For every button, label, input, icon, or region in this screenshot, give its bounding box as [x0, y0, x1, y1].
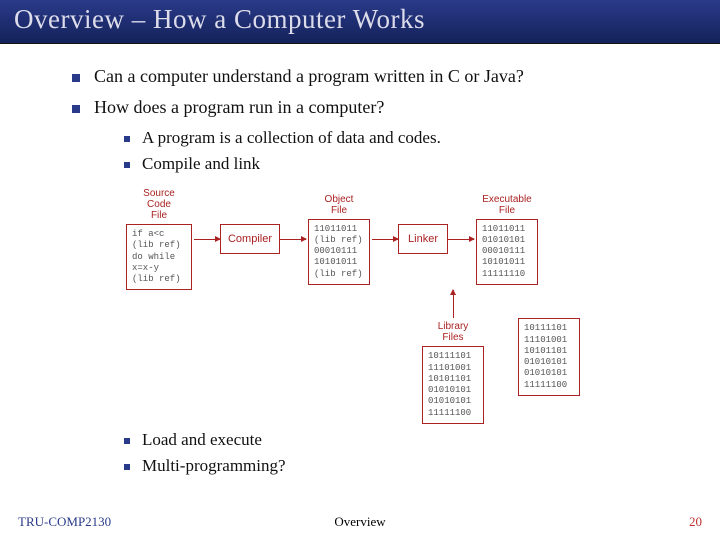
library-col-2: 10111101 11101001 10101101 01010101 0101…	[518, 318, 580, 424]
bullet-2: How does a program run in a computer?	[72, 97, 720, 118]
content-area: Can a computer understand a program writ…	[0, 44, 720, 476]
sub-bullet-text: Load and execute	[142, 430, 262, 450]
object-col: Object File 11011011 (lib ref) 00010111 …	[306, 194, 372, 285]
source-col: Source Code File if a<c (lib ref) do whi…	[124, 188, 194, 290]
bullet-icon	[124, 464, 130, 470]
exec-box: 11011011 01010101 00010111 10101011 1111…	[476, 219, 538, 285]
bullet-icon	[124, 136, 130, 142]
footer: TRU-COMP2130 Overview 20	[0, 514, 720, 530]
bullet-icon	[124, 438, 130, 444]
sub-bullet-text: A program is a collection of data and co…	[142, 128, 441, 148]
linker-box: Linker	[398, 224, 448, 254]
arrow-icon	[372, 239, 398, 240]
sub-bullet: Load and execute	[124, 430, 720, 450]
bullet-icon	[124, 162, 130, 168]
bullet-icon	[72, 105, 80, 113]
arrow-icon	[194, 239, 220, 240]
page-title: Overview – How a Computer Works	[14, 4, 706, 35]
compile-link-diagram: Source Code File if a<c (lib ref) do whi…	[124, 188, 624, 424]
diagram-row: Source Code File if a<c (lib ref) do whi…	[124, 188, 624, 290]
footer-right: 20	[689, 514, 702, 530]
arrow-icon	[280, 239, 306, 240]
title-bar: Overview – How a Computer Works	[0, 0, 720, 44]
object-box: 11011011 (lib ref) 00010111 10101011 (li…	[308, 219, 370, 285]
compiler-box: Compiler	[220, 224, 280, 254]
sub-bullet-text: Multi-programming?	[142, 456, 286, 476]
bullet-text: Can a computer understand a program writ…	[94, 66, 524, 87]
source-box: if a<c (lib ref) do while x=x-y (lib ref…	[126, 224, 192, 290]
library-row: Library Files 10111101 11101001 10101101…	[124, 290, 624, 424]
source-label: Source Code File	[143, 188, 175, 221]
exec-col: Executable File 11011011 01010101 000101…	[474, 194, 540, 285]
library-label: Library Files	[438, 321, 469, 343]
up-arrow-icon	[453, 290, 454, 318]
footer-left: TRU-COMP2130	[18, 514, 111, 530]
object-label: Object File	[325, 194, 354, 216]
library-box-2: 10111101 11101001 10101101 01010101 0101…	[518, 318, 580, 396]
arrow-icon	[448, 239, 474, 240]
sub-bullet-text: Compile and link	[142, 154, 260, 174]
library-box-1: 10111101 11101001 10101101 01010101 0101…	[422, 346, 484, 424]
sub-bullets-a: A program is a collection of data and co…	[124, 128, 720, 476]
exec-label: Executable File	[482, 194, 531, 216]
bullet-1: Can a computer understand a program writ…	[72, 66, 720, 87]
bullet-text: How does a program run in a computer?	[94, 97, 384, 118]
footer-center: Overview	[334, 514, 385, 530]
bullet-icon	[72, 74, 80, 82]
sub-bullet: Multi-programming?	[124, 456, 720, 476]
sub-bullet: Compile and link	[124, 154, 720, 174]
library-col-1: Library Files 10111101 11101001 10101101…	[422, 290, 484, 424]
sub-bullet: A program is a collection of data and co…	[124, 128, 720, 148]
